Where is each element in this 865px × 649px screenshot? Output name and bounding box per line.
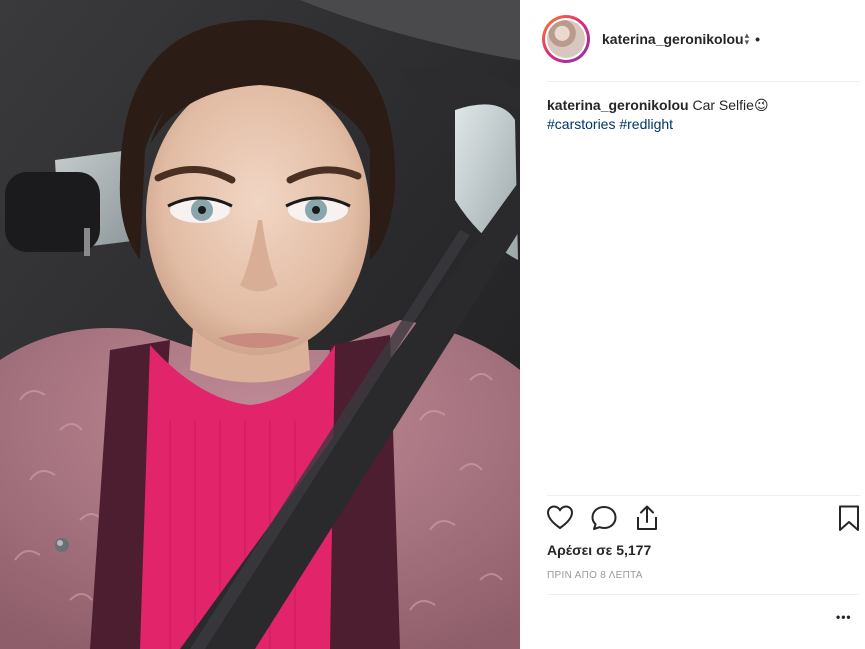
- hashtag-link[interactable]: #carstories: [547, 116, 615, 132]
- post-actions: [546, 504, 861, 534]
- header-separator: •: [755, 31, 761, 47]
- heart-icon[interactable]: [546, 504, 574, 532]
- footer-divider: [547, 594, 860, 595]
- header-username[interactable]: katerina_geronikolou: [602, 31, 744, 47]
- instagram-post: katerina_geronikolou ▴ ▾ • katerina_geron…: [0, 0, 865, 649]
- scroll-arrows-icon: ▴ ▾: [744, 30, 750, 47]
- post-timestamp: ΠΡΙΝ ΑΠΟ 8 ΛΕΠΤΑ: [547, 570, 643, 581]
- post-header: katerina_geronikolou ▴ ▾ •: [542, 12, 860, 66]
- comment-icon[interactable]: [590, 504, 618, 532]
- caption-username[interactable]: katerina_geronikolou: [547, 97, 689, 113]
- header-divider: [547, 81, 860, 82]
- hashtag-link[interactable]: #redlight: [619, 116, 673, 132]
- likes-count[interactable]: Αρέσει σε 5,177: [547, 542, 651, 558]
- actions-divider: [547, 495, 860, 496]
- post-photo[interactable]: [0, 0, 520, 649]
- avatar[interactable]: [542, 15, 590, 63]
- post-caption: katerina_geronikolou Car Selfie😉 #carsto…: [547, 96, 847, 134]
- selfie-image: [0, 0, 520, 649]
- more-options-button[interactable]: •••: [836, 610, 852, 624]
- share-icon[interactable]: [633, 504, 661, 532]
- bookmark-icon[interactable]: [835, 504, 863, 532]
- caption-text: Car Selfie😉: [692, 97, 769, 113]
- avatar-image: [547, 20, 585, 58]
